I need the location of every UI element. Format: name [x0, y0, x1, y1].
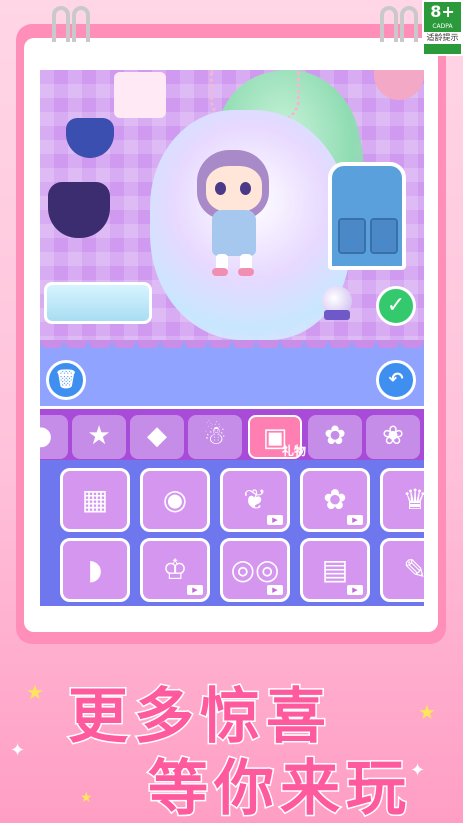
item-flower-pillow[interactable]: ✿ ▶ — [300, 468, 370, 532]
bed-furniture[interactable] — [44, 282, 152, 324]
age-rating: 8+ — [430, 2, 455, 21]
item-bear-clips[interactable]: ◎◎ ▶ — [220, 538, 290, 602]
item-icon: ♛ — [402, 483, 424, 516]
character-shoe-right — [238, 268, 254, 276]
category-tabbar: ● ★ ◆ ☃ ▣ ✿ ❀ — [40, 406, 424, 460]
item-deer-pencil[interactable]: ✎ — [380, 538, 424, 602]
sparkle-icon: ✦ — [10, 740, 26, 761]
character-eye-right — [240, 182, 251, 195]
game-scene: ✓ 🗑 ↶ ● ★ ◆ ☃ ▣ ✿ ❀ 礼物 ▦ ◉ ❦ ▶ ✿ ▶ ♛ ◗ ♔ ▶ … — [40, 70, 424, 606]
rating-tip: 适龄提示 — [424, 32, 461, 44]
item-grid: ▦ ◉ ❦ ▶ ✿ ▶ ♛ ◗ ♔ ▶ ◎◎ ▶ ▤ ▶ ✎ — [40, 460, 424, 606]
star-icon: ★ — [80, 790, 93, 806]
item-icon: ◎◎ — [230, 553, 280, 586]
item-icon: ◉ — [162, 483, 188, 516]
item-icon: ♔ — [162, 553, 188, 586]
tab-flower[interactable]: ❀ — [366, 415, 420, 459]
wardrobe-drawer — [338, 218, 366, 254]
item-icon: ✎ — [403, 553, 424, 586]
trash-button[interactable]: 🗑 — [46, 360, 86, 400]
item-crystal-ball[interactable]: ◉ — [140, 468, 210, 532]
item-suitcase[interactable]: ▤ ▶ — [300, 538, 370, 602]
item-icon: ❦ — [243, 483, 267, 516]
character-shoe-left — [212, 268, 228, 276]
star-dress[interactable] — [48, 182, 110, 238]
item-icon: ▤ — [321, 553, 349, 586]
wardrobe-drawer — [370, 218, 398, 254]
blue-wardrobe[interactable] — [328, 162, 406, 270]
item-icon: ▦ — [81, 483, 109, 516]
tab-star[interactable]: ★ — [72, 415, 126, 459]
bubble-icon: ● — [40, 421, 53, 451]
item-ocean-cards[interactable]: ▦ — [60, 468, 130, 532]
character-outfit[interactable] — [212, 210, 256, 256]
active-tab-label: 礼物 — [281, 444, 306, 458]
video-ad-icon: ▶ — [347, 585, 363, 595]
tab-bunny[interactable]: ✿ — [308, 415, 362, 459]
video-ad-icon: ▶ — [267, 515, 283, 525]
item-pink-dress[interactable]: ♛ — [380, 468, 424, 532]
ocean-sticker-card[interactable] — [114, 72, 166, 118]
star-icon: ★ — [418, 700, 436, 724]
ghost-icon: ☃ — [203, 421, 227, 451]
age-rating-badge: 8+ CADPA 适龄提示 — [422, 0, 463, 56]
confirm-button[interactable]: ✓ — [376, 286, 416, 326]
item-icon: ◗ — [87, 553, 103, 586]
tab-bubble[interactable]: ● — [40, 415, 68, 459]
video-ad-icon: ▶ — [187, 585, 203, 595]
toolbar: 🗑 ↶ — [40, 348, 424, 406]
item-sweater[interactable]: ♔ ▶ — [140, 538, 210, 602]
item-icon: ✿ — [323, 483, 347, 516]
star-icon: ★ — [87, 421, 111, 451]
diamond-icon: ◆ — [147, 421, 167, 451]
character-eye-left — [215, 182, 226, 195]
item-shell[interactable]: ◗ — [60, 538, 130, 602]
tab-diamond[interactable]: ◆ — [130, 415, 184, 459]
undo-icon: ↶ — [388, 369, 404, 390]
item-pink-bow[interactable]: ❦ ▶ — [220, 468, 290, 532]
video-ad-icon: ▶ — [267, 585, 283, 595]
trash-icon: 🗑 — [54, 369, 78, 390]
flower-icon: ❀ — [382, 421, 404, 451]
video-ad-icon: ▶ — [347, 515, 363, 525]
bunny-icon: ✿ — [324, 421, 346, 451]
headline-line2: 等你来玩 — [147, 753, 412, 823]
tab-ghost[interactable]: ☃ — [188, 415, 242, 459]
snow-globe-base — [324, 310, 350, 320]
undo-button[interactable]: ↶ — [376, 360, 416, 400]
rating-code: CADPA — [432, 23, 453, 30]
